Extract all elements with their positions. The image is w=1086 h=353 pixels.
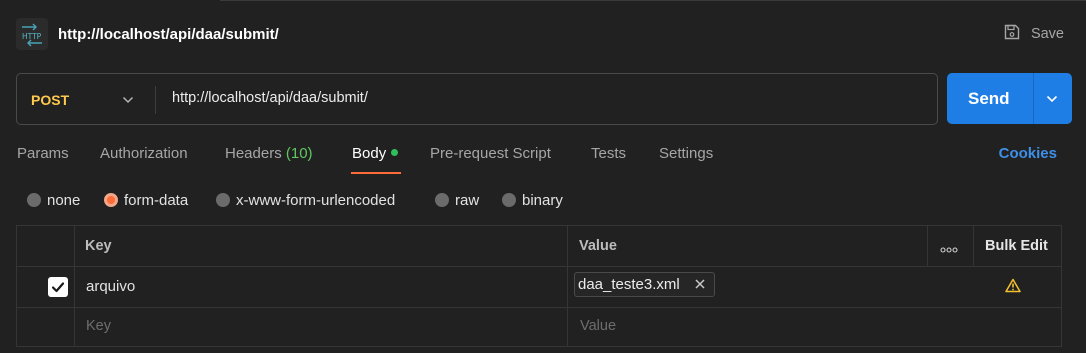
http-icon: HTTP	[16, 18, 48, 50]
row-divider	[17, 307, 1061, 308]
save-button[interactable]: Save	[1003, 24, 1064, 44]
svg-text:HTTP: HTTP	[22, 32, 42, 41]
tab-params[interactable]: Params	[17, 145, 69, 175]
row-enabled-checkbox[interactable]	[48, 277, 68, 297]
file-chip: daa_teste3.xml	[574, 272, 715, 297]
radio-label: none	[47, 191, 81, 209]
chevron-down-icon	[121, 93, 135, 112]
radio-circle	[27, 193, 41, 207]
url-input[interactable]: http://localhost/api/daa/submit/	[172, 90, 368, 106]
radio-label: x-www-form-urlencoded	[236, 191, 396, 209]
check-icon	[51, 282, 65, 293]
radio-label: form-data	[124, 191, 189, 209]
active-tab-indicator	[351, 172, 401, 174]
radio-circle	[216, 193, 230, 207]
radio-x-www-form-urlencoded[interactable]: x-www-form-urlencoded	[216, 189, 395, 211]
close-icon[interactable]	[693, 277, 707, 296]
top-border	[0, 0, 1086, 5]
request-tabs: Params Authorization Headers (10) Body P…	[0, 143, 1086, 177]
method-select[interactable]: POST	[17, 74, 155, 124]
request-header: HTTP http://localhost/api/daa/submit/ Sa…	[0, 14, 1086, 54]
column-header-value: Value	[579, 238, 617, 254]
send-button-group: Send	[947, 73, 1072, 124]
body-type-options: none form-data x-www-form-urlencoded raw…	[0, 189, 1086, 211]
url-bar: POST http://localhost/api/daa/submit/	[16, 73, 938, 125]
tab-headers[interactable]: Headers (10)	[225, 145, 313, 175]
form-data-table: Key Value Bulk Edit arquivo daa_teste3.x…	[16, 225, 1062, 347]
tab-prerequest-script[interactable]: Pre-request Script	[430, 145, 551, 175]
send-options-chevron-down-icon[interactable]	[1045, 92, 1059, 111]
cookies-link[interactable]: Cookies	[999, 145, 1057, 162]
radio-label: raw	[455, 191, 480, 209]
radio-circle	[435, 193, 449, 207]
send-button[interactable]: Send	[968, 89, 1010, 109]
method-divider	[155, 86, 156, 114]
tab-headers-label: Headers	[225, 145, 282, 162]
radio-circle-selected	[104, 193, 118, 207]
tab-body-label: Body	[352, 145, 387, 162]
method-label: POST	[31, 92, 70, 108]
file-name: daa_teste3.xml	[578, 276, 680, 293]
column-divider	[74, 226, 75, 346]
warning-icon[interactable]	[1005, 278, 1021, 298]
headers-count-badge: (10)	[285, 145, 313, 162]
new-value-placeholder[interactable]: Value	[580, 318, 616, 334]
radio-label: binary	[522, 191, 563, 209]
column-divider	[567, 226, 568, 346]
save-icon	[1003, 23, 1021, 45]
more-horizontal-icon[interactable]	[940, 245, 958, 256]
column-divider	[927, 226, 928, 266]
radio-circle	[502, 193, 516, 207]
send-divider	[1033, 73, 1034, 124]
radio-form-data[interactable]: form-data	[104, 189, 188, 211]
request-title[interactable]: http://localhost/api/daa/submit/	[58, 26, 279, 43]
column-header-key: Key	[85, 238, 112, 254]
save-label: Save	[1030, 26, 1064, 42]
radio-raw[interactable]: raw	[435, 189, 479, 211]
column-divider	[973, 226, 974, 266]
row-divider	[17, 266, 1061, 267]
bulk-edit-button[interactable]: Bulk Edit	[985, 238, 1048, 254]
row-key-input[interactable]: arquivo	[86, 278, 135, 295]
tab-tests[interactable]: Tests	[591, 145, 626, 175]
radio-none[interactable]: none	[27, 189, 80, 211]
radio-binary[interactable]: binary	[502, 189, 563, 211]
new-key-placeholder[interactable]: Key	[86, 318, 111, 334]
tab-settings[interactable]: Settings	[659, 145, 713, 175]
tab-body[interactable]: Body	[352, 145, 399, 175]
tab-authorization[interactable]: Authorization	[100, 145, 188, 175]
body-active-dot	[391, 149, 399, 156]
